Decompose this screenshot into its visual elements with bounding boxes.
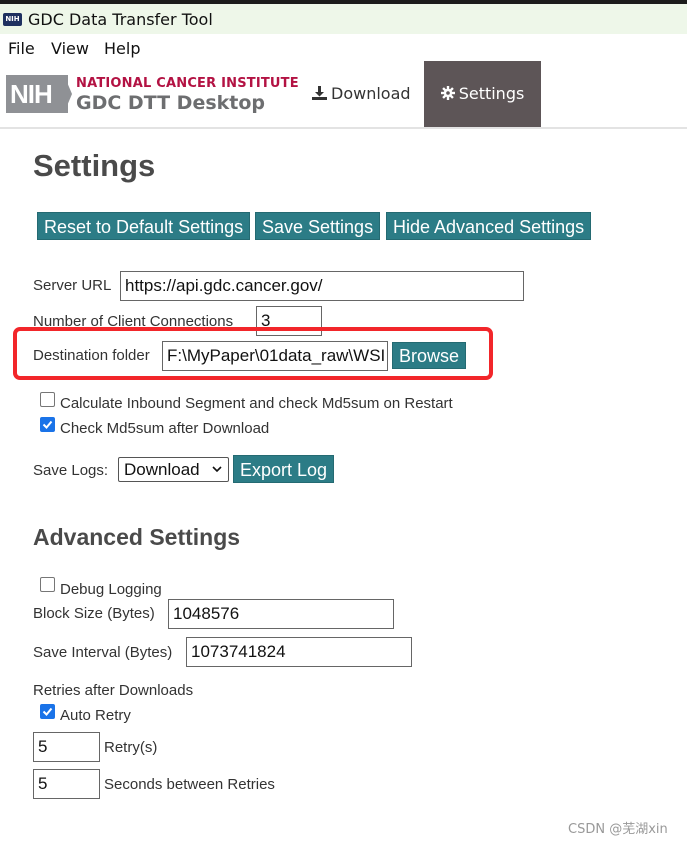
nav-download-tab[interactable]: Download <box>312 61 411 127</box>
page-title: Settings <box>33 148 156 183</box>
save-logs-label: Save Logs: <box>33 462 109 479</box>
checkmark-icon <box>42 420 53 429</box>
reset-defaults-button[interactable]: Reset to Default Settings <box>37 212 251 240</box>
save-interval-input[interactable]: 1073741824 <box>186 637 412 667</box>
window-title: GDC Data Transfer Tool <box>28 10 213 29</box>
debug-logging-label: Debug Logging <box>60 581 162 598</box>
menu-bar: File View Help <box>0 34 687 62</box>
block-size-label: Block Size (Bytes) <box>33 605 155 622</box>
check-md5-checkbox[interactable] <box>40 417 55 432</box>
menu-file[interactable]: File <box>8 39 35 58</box>
app-icon: NIH <box>3 13 22 26</box>
auto-retry-label: Auto Retry <box>60 707 131 724</box>
menu-view[interactable]: View <box>51 39 89 58</box>
hide-advanced-button[interactable]: Hide Advanced Settings <box>386 212 592 240</box>
title-bar: NIH GDC Data Transfer Tool <box>0 4 687 34</box>
retry-count-input[interactable]: 5 <box>33 732 100 762</box>
chevron-down-icon <box>212 466 222 473</box>
check-md5-label: Check Md5sum after Download <box>60 420 270 437</box>
destination-label: Destination folder <box>33 347 150 364</box>
gear-icon <box>440 86 455 100</box>
browse-button[interactable]: Browse <box>392 342 467 369</box>
calc-inbound-label: Calculate Inbound Segment and check Md5s… <box>60 395 453 412</box>
nav-settings-tab[interactable]: Settings <box>424 61 541 127</box>
product-name: GDC DTT Desktop <box>76 92 266 114</box>
menu-help[interactable]: Help <box>104 39 140 58</box>
checkmark-icon <box>42 707 53 716</box>
save-interval-label: Save Interval (Bytes) <box>33 644 173 661</box>
retry-seconds-label: Seconds between Retries <box>104 776 275 793</box>
server-url-label: Server URL <box>33 277 112 294</box>
app-header: NIH NATIONAL CANCER INSTITUTE GDC DTT De… <box>0 61 687 127</box>
nav-download-label: Download <box>331 84 411 103</box>
retry-count-label: Retry(s) <box>104 739 158 756</box>
nih-logo: NIH <box>6 75 68 113</box>
nih-logo-arrow <box>64 75 72 113</box>
destination-input[interactable]: F:\MyPaper\01data_raw\WSI <box>162 341 388 371</box>
export-log-button[interactable]: Export Log <box>233 455 335 483</box>
header-divider <box>0 127 687 129</box>
auto-retry-checkbox[interactable] <box>40 704 55 719</box>
calc-inbound-checkbox[interactable] <box>40 392 55 407</box>
download-icon <box>312 86 327 100</box>
block-size-input[interactable]: 1048576 <box>168 599 394 629</box>
server-url-input[interactable]: https://api.gdc.cancer.gov/ <box>120 271 524 301</box>
retry-seconds-input[interactable]: 5 <box>33 769 100 799</box>
retries-label: Retries after Downloads <box>33 682 194 699</box>
save-logs-select[interactable]: Download <box>118 457 229 482</box>
advanced-settings-title: Advanced Settings <box>33 524 241 550</box>
debug-logging-checkbox[interactable] <box>40 577 55 592</box>
save-logs-value: Download <box>124 460 200 479</box>
institute-name: NATIONAL CANCER INSTITUTE <box>76 76 299 91</box>
watermark: CSDN @芜湖xin <box>568 822 668 837</box>
save-settings-button[interactable]: Save Settings <box>255 212 381 240</box>
nav-settings-label: Settings <box>458 84 525 103</box>
